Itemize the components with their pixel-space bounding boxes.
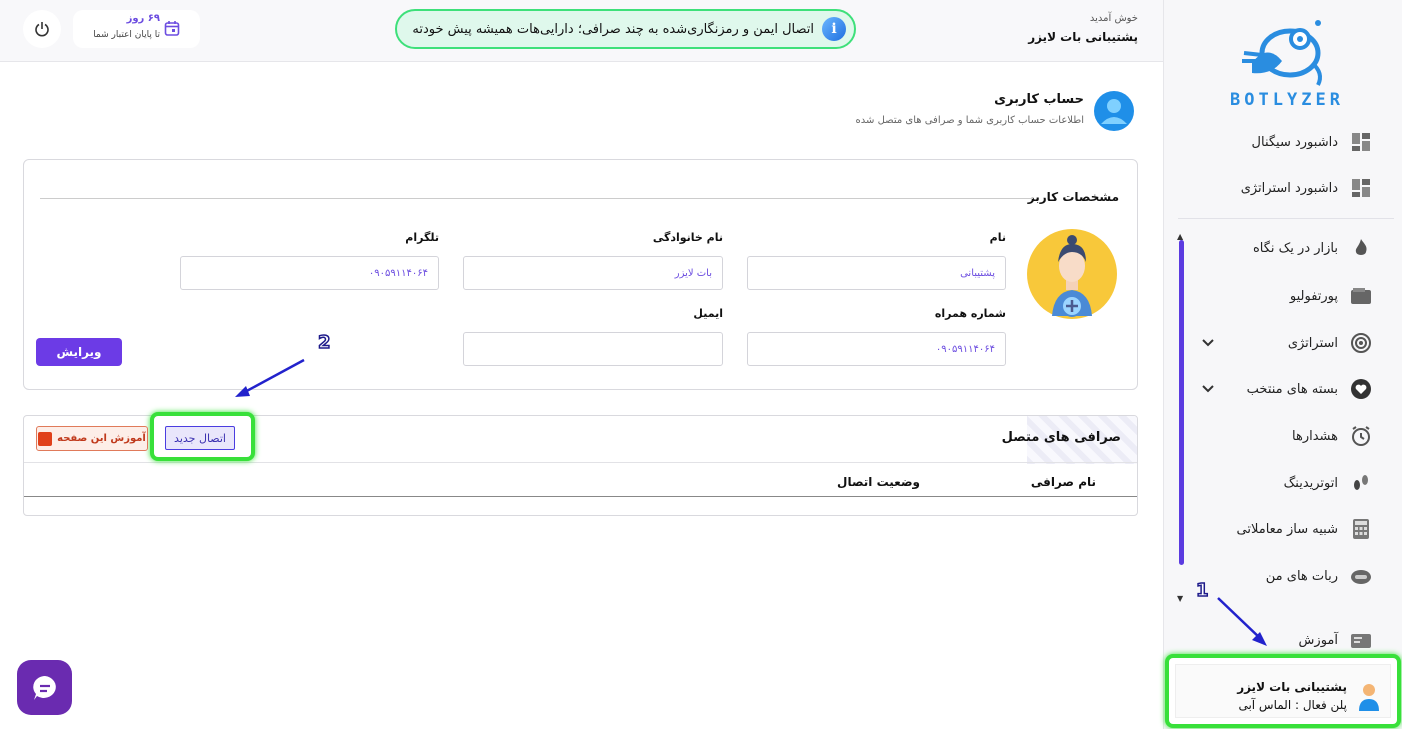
- power-button[interactable]: [23, 10, 61, 48]
- table-divider: [24, 496, 1137, 497]
- target-icon: [1350, 332, 1372, 354]
- sidebar-divider: [1178, 218, 1394, 219]
- email-field[interactable]: [463, 332, 723, 366]
- sidebar-item-label: اتوتریدینگ: [1283, 475, 1338, 491]
- exchanges-title: صرافی های متصل: [1001, 430, 1121, 445]
- scroll-down-arrow-icon[interactable]: ▼: [1177, 594, 1183, 603]
- fire-icon: [1350, 237, 1372, 259]
- sidebar-item-selected-packages[interactable]: بسته های منتخب: [1247, 374, 1372, 404]
- column-header-connection-status[interactable]: وضعیت اتصال: [837, 475, 920, 489]
- first-name-field[interactable]: پشتیبانی: [747, 256, 1006, 290]
- telegram-field[interactable]: ۰۹۰۵۹۱۱۴۰۶۴: [180, 256, 439, 290]
- sidebar-user-name: پشتیبانی بات لایزر: [1237, 680, 1347, 694]
- last-name-field[interactable]: بات لایزر: [463, 256, 723, 290]
- page-title: حساب کاربری: [994, 92, 1084, 107]
- sidebar-item-portfolio[interactable]: پورتفولیو: [1290, 281, 1372, 311]
- sidebar-item-label: آموزش: [1298, 632, 1338, 648]
- sidebar-item-label: پورتفولیو: [1289, 288, 1338, 304]
- sidebar-item-label: داشبورد سیگنال: [1251, 134, 1338, 150]
- tutorial-label: آموزش این صفحه: [57, 433, 146, 444]
- banner-text: اتصال ایمن و رمزنگاری‌شده به چند صرافی؛ …: [412, 21, 814, 37]
- phone-field[interactable]: ۰۹۰۵۹۱۱۴۰۶۴: [747, 332, 1006, 366]
- education-icon: [1350, 629, 1372, 651]
- sidebar-item-trade-simulator[interactable]: شبیه ساز معاملاتی: [1237, 514, 1372, 544]
- wallet-icon: [1350, 285, 1372, 307]
- sidebar-item-label: داشبورد استراتژی: [1240, 180, 1338, 196]
- footsteps-icon: [1350, 472, 1372, 494]
- user-circle-icon: [1094, 91, 1134, 131]
- sidebar-item-label: استراتژی: [1287, 335, 1338, 351]
- credit-subtitle: تا پایان اعتبار شما: [93, 30, 160, 40]
- header-user-name: پشتیبانی بات لایزر: [1028, 30, 1138, 44]
- sidebar-scrollbar[interactable]: [1179, 240, 1184, 565]
- last-name-label: نام خانوادگی: [652, 231, 723, 244]
- sidebar-item-autotrading[interactable]: اتوتریدینگ: [1284, 468, 1372, 498]
- sidebar-item-strategy-dashboard[interactable]: داشبورد استراتژی: [1241, 173, 1372, 203]
- page-subtitle: اطلاعات حساب کاربری شما و صرافی های متصل…: [855, 115, 1084, 126]
- avatar-icon: [1359, 684, 1379, 711]
- section-divider: [40, 198, 1033, 199]
- profile-avatar[interactable]: [1026, 228, 1118, 320]
- sidebar-item-signal-dashboard[interactable]: داشبورد سیگنال: [1252, 127, 1372, 157]
- profile-section-title: مشخصات کاربر: [1027, 190, 1119, 204]
- chat-icon: [32, 675, 56, 700]
- email-label: ایمیل: [693, 307, 723, 320]
- power-icon: [35, 22, 49, 37]
- sidebar-item-market-overview[interactable]: بازار در یک نگاه: [1253, 233, 1372, 263]
- calendar-icon: [164, 21, 180, 36]
- annotation-2: 2: [317, 331, 331, 354]
- sidebar-item-label: بسته های منتخب: [1246, 381, 1338, 397]
- chat-support-button[interactable]: [17, 660, 72, 715]
- phone-label: شماره همراه: [934, 307, 1006, 320]
- sidebar-item-strategy[interactable]: استراتژی: [1288, 328, 1372, 358]
- telegram-label: تلگرام: [405, 231, 439, 244]
- credit-days: ۶۹ روز: [126, 13, 160, 24]
- dashboard-icon: [1350, 177, 1372, 199]
- sidebar-item-label: بازار در یک نگاه: [1252, 240, 1338, 256]
- sidebar-item-label: ربات های من: [1265, 568, 1338, 584]
- first-name-label: نام: [989, 231, 1006, 244]
- new-connection-button[interactable]: اتصال جدید: [165, 426, 235, 450]
- sidebar-item-my-robots[interactable]: ربات های من: [1266, 561, 1372, 591]
- annotation-1: 1: [1195, 579, 1209, 602]
- sidebar-user-plan: پلن فعال : الماس آبی: [1238, 698, 1347, 712]
- security-banner: اتصال ایمن و رمزنگاری‌شده به چند صرافی؛ …: [395, 9, 856, 49]
- calculator-icon: [1350, 518, 1372, 540]
- heart-icon: [1350, 378, 1372, 400]
- video-tutorial-icon: [38, 431, 53, 446]
- dashboard-icon: [1350, 131, 1372, 153]
- sidebar-item-education[interactable]: آموزش: [1299, 625, 1372, 655]
- chevron-down-icon[interactable]: [1200, 335, 1216, 351]
- robot-icon: [1350, 565, 1372, 587]
- exchanges-header-divider: [24, 462, 1137, 463]
- sidebar-item-label: هشدارها: [1292, 428, 1338, 444]
- sidebar-item-alerts[interactable]: هشدارها: [1292, 421, 1372, 451]
- info-icon: i: [822, 17, 846, 41]
- edit-button[interactable]: ویرایش: [36, 338, 122, 366]
- column-header-exchange-name[interactable]: نام صرافی: [1031, 475, 1096, 489]
- page-tutorial-button[interactable]: آموزش این صفحه: [36, 426, 148, 451]
- welcome-text: خوش آمدید: [1089, 13, 1138, 24]
- brand-name: BOTLYZER: [1230, 90, 1344, 110]
- alarm-icon: [1350, 425, 1372, 447]
- chevron-down-icon[interactable]: [1200, 381, 1216, 397]
- sidebar-item-label: شبیه ساز معاملاتی: [1236, 521, 1338, 537]
